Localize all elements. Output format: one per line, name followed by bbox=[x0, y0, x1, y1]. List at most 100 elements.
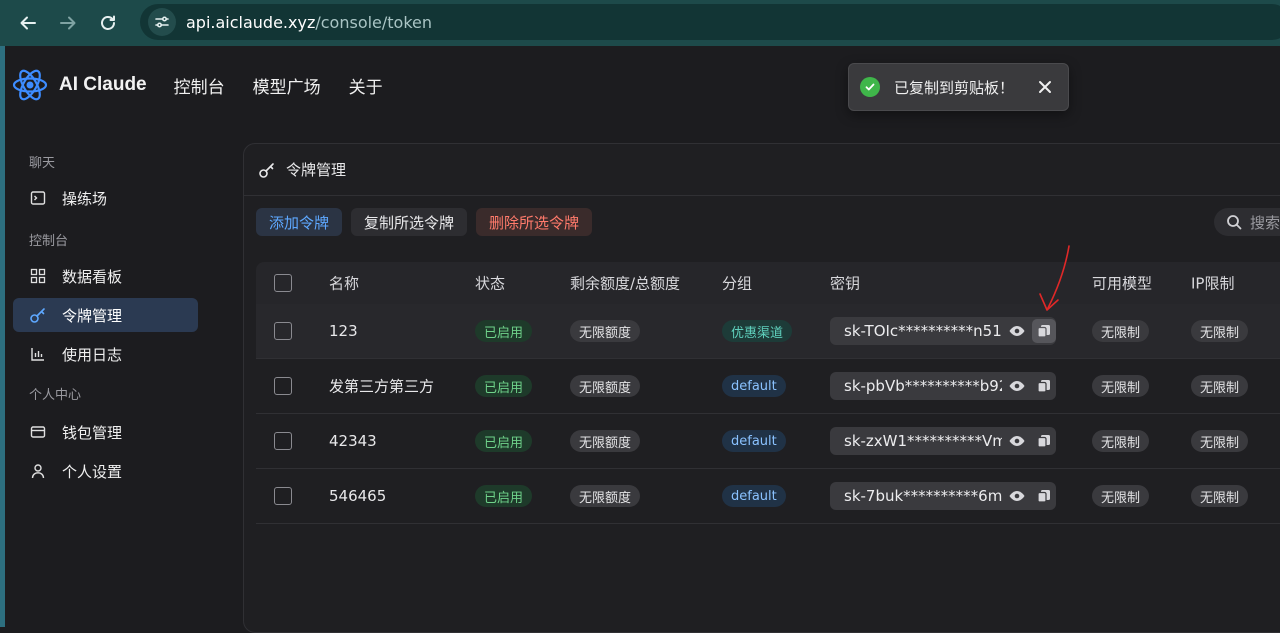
token-key-text: sk-7buk**********6m bbox=[844, 487, 1003, 505]
url-text: api.aiclaude.xyz/console/token bbox=[186, 13, 432, 32]
quota-badge: 无限额度 bbox=[570, 375, 641, 397]
user-icon bbox=[29, 462, 47, 480]
toolbar: 添加令牌 复制所选令牌 删除所选令牌 bbox=[256, 208, 593, 236]
annotation-arrow-icon bbox=[1039, 245, 1070, 311]
delete-selected-button[interactable]: 删除所选令牌 bbox=[476, 208, 593, 236]
nav-link-models[interactable]: 模型广场 bbox=[253, 73, 321, 98]
terminal-icon bbox=[29, 189, 47, 207]
nav-link-about[interactable]: 关于 bbox=[349, 73, 383, 98]
ip-limit-badge: 无限制 bbox=[1191, 375, 1249, 397]
copy-icon[interactable] bbox=[1032, 319, 1056, 343]
token-name: 42343 bbox=[329, 432, 377, 450]
sidebar-group-chat: 聊天 bbox=[29, 156, 56, 171]
group-badge: default bbox=[722, 375, 786, 397]
column-header-models[interactable]: 可用模型 bbox=[1092, 273, 1152, 294]
eye-icon[interactable] bbox=[1006, 320, 1028, 342]
status-badge: 已启用 bbox=[475, 430, 533, 452]
chart-icon bbox=[29, 345, 47, 363]
sidebar-group-console: 控制台 bbox=[29, 234, 69, 249]
sidebar-group-personal: 个人中心 bbox=[29, 388, 82, 403]
browser-toolbar: api.aiclaude.xyz/console/token bbox=[0, 0, 1280, 46]
column-header-name[interactable]: 名称 bbox=[329, 273, 359, 294]
page-title: 令牌管理 bbox=[286, 161, 347, 179]
top-navigation: AI Claude 控制台 模型广场 关于 bbox=[5, 46, 1280, 124]
token-name: 发第三方第三方 bbox=[329, 377, 435, 396]
models-badge: 无限制 bbox=[1092, 430, 1150, 452]
sidebar-item-token-management[interactable]: 令牌管理 bbox=[13, 298, 198, 332]
copy-icon[interactable] bbox=[1032, 374, 1056, 398]
close-icon[interactable] bbox=[1036, 78, 1054, 96]
sidebar: 聊天 操练场 控制台 数据看板 令牌管理 使用日志 个人中心 钱包管理 个人设置 bbox=[5, 124, 243, 627]
column-header-group[interactable]: 分组 bbox=[722, 273, 752, 294]
url-host: api.aiclaude.xyz bbox=[186, 12, 316, 32]
sidebar-item-dashboard[interactable]: 数据看板 bbox=[13, 259, 198, 293]
ip-limit-badge: 无限制 bbox=[1191, 430, 1249, 452]
check-circle-icon bbox=[860, 77, 880, 97]
copy-selected-button[interactable]: 复制所选令牌 bbox=[351, 208, 468, 236]
column-header-quota[interactable]: 剩余额度/总额度 bbox=[570, 273, 680, 294]
reload-button[interactable] bbox=[88, 3, 128, 43]
token-key-field: sk-zxW1**********Vm bbox=[830, 427, 1056, 455]
table-header: 名称 状态 剩余额度/总额度 分组 密钥 可用模型 IP限制 bbox=[256, 262, 1280, 304]
copy-icon[interactable] bbox=[1032, 429, 1056, 453]
sidebar-item-label: 使用日志 bbox=[62, 345, 123, 364]
token-key-text: sk-pbVb**********b92 bbox=[844, 377, 1003, 395]
row-checkbox[interactable] bbox=[274, 487, 292, 505]
nav-link-console[interactable]: 控制台 bbox=[174, 73, 225, 98]
quota-badge: 无限额度 bbox=[570, 485, 641, 507]
table-row[interactable]: 发第三方第三方 已启用 无限额度 default sk-pbVb********… bbox=[256, 359, 1280, 414]
search-input[interactable]: 搜索 bbox=[1214, 208, 1280, 236]
column-header-ip-limit[interactable]: IP限制 bbox=[1191, 273, 1234, 294]
reload-icon bbox=[101, 15, 115, 30]
token-key-field: sk-TOIc**********n51 bbox=[830, 317, 1056, 345]
table-row[interactable]: 42343 已启用 无限额度 default sk-zxW1**********… bbox=[256, 414, 1280, 469]
quota-badge: 无限额度 bbox=[570, 430, 641, 452]
copy-icon[interactable] bbox=[1032, 484, 1056, 508]
ip-limit-badge: 无限制 bbox=[1191, 320, 1249, 342]
group-badge: default bbox=[722, 430, 786, 452]
quota-badge: 无限额度 bbox=[570, 320, 641, 342]
group-badge: 优惠渠道 bbox=[722, 320, 793, 342]
select-all-checkbox[interactable] bbox=[274, 274, 292, 292]
token-key-field: sk-7buk**********6m bbox=[830, 482, 1056, 510]
models-badge: 无限制 bbox=[1092, 320, 1150, 342]
sidebar-item-settings[interactable]: 个人设置 bbox=[13, 454, 198, 488]
row-checkbox[interactable] bbox=[274, 377, 292, 395]
row-checkbox[interactable] bbox=[274, 432, 292, 450]
token-table: 名称 状态 剩余额度/总额度 分组 密钥 可用模型 IP限制 123 已启用 无… bbox=[256, 262, 1280, 524]
status-badge: 已启用 bbox=[475, 375, 533, 397]
forward-button[interactable] bbox=[48, 3, 88, 43]
row-checkbox[interactable] bbox=[274, 322, 292, 340]
column-header-key[interactable]: 密钥 bbox=[830, 273, 860, 294]
token-key-field: sk-pbVb**********b92 bbox=[830, 372, 1056, 400]
sidebar-item-label: 令牌管理 bbox=[62, 306, 123, 325]
url-path: /console/token bbox=[315, 12, 433, 32]
sidebar-item-label: 数据看板 bbox=[62, 267, 123, 286]
eye-icon[interactable] bbox=[1006, 375, 1028, 397]
toast-notification: 已复制到剪贴板！ bbox=[848, 63, 1069, 111]
status-badge: 已启用 bbox=[475, 485, 533, 507]
app-root: AI Claude 控制台 模型广场 关于 已复制到剪贴板！ 聊天 操练场 控制… bbox=[5, 46, 1280, 633]
sidebar-item-label: 个人设置 bbox=[62, 462, 123, 481]
back-button[interactable] bbox=[8, 3, 48, 43]
eye-icon[interactable] bbox=[1006, 430, 1028, 452]
wallet-icon bbox=[29, 423, 47, 441]
site-settings-icon[interactable] bbox=[148, 8, 176, 36]
card-header: 令牌管理 bbox=[244, 144, 1280, 196]
address-bar[interactable]: api.aiclaude.xyz/console/token bbox=[140, 4, 1280, 40]
eye-icon[interactable] bbox=[1006, 485, 1028, 507]
ip-limit-badge: 无限制 bbox=[1191, 485, 1249, 507]
dashboard-icon bbox=[29, 267, 47, 285]
models-badge: 无限制 bbox=[1092, 375, 1150, 397]
add-token-button[interactable]: 添加令牌 bbox=[256, 208, 343, 236]
sidebar-item-wallet[interactable]: 钱包管理 bbox=[13, 415, 198, 449]
column-header-status[interactable]: 状态 bbox=[475, 273, 505, 294]
table-row[interactable]: 123 已启用 无限额度 优惠渠道 sk-TOIc**********n51 无… bbox=[256, 304, 1280, 359]
table-row[interactable]: 546465 已启用 无限额度 default sk-7buk*********… bbox=[256, 469, 1280, 524]
key-icon bbox=[259, 162, 274, 178]
sidebar-item-label: 操练场 bbox=[62, 189, 108, 208]
sidebar-item-playground[interactable]: 操练场 bbox=[13, 181, 198, 215]
token-name: 546465 bbox=[329, 487, 387, 505]
sidebar-item-usage-log[interactable]: 使用日志 bbox=[13, 337, 198, 371]
brand-name[interactable]: AI Claude bbox=[59, 74, 147, 96]
